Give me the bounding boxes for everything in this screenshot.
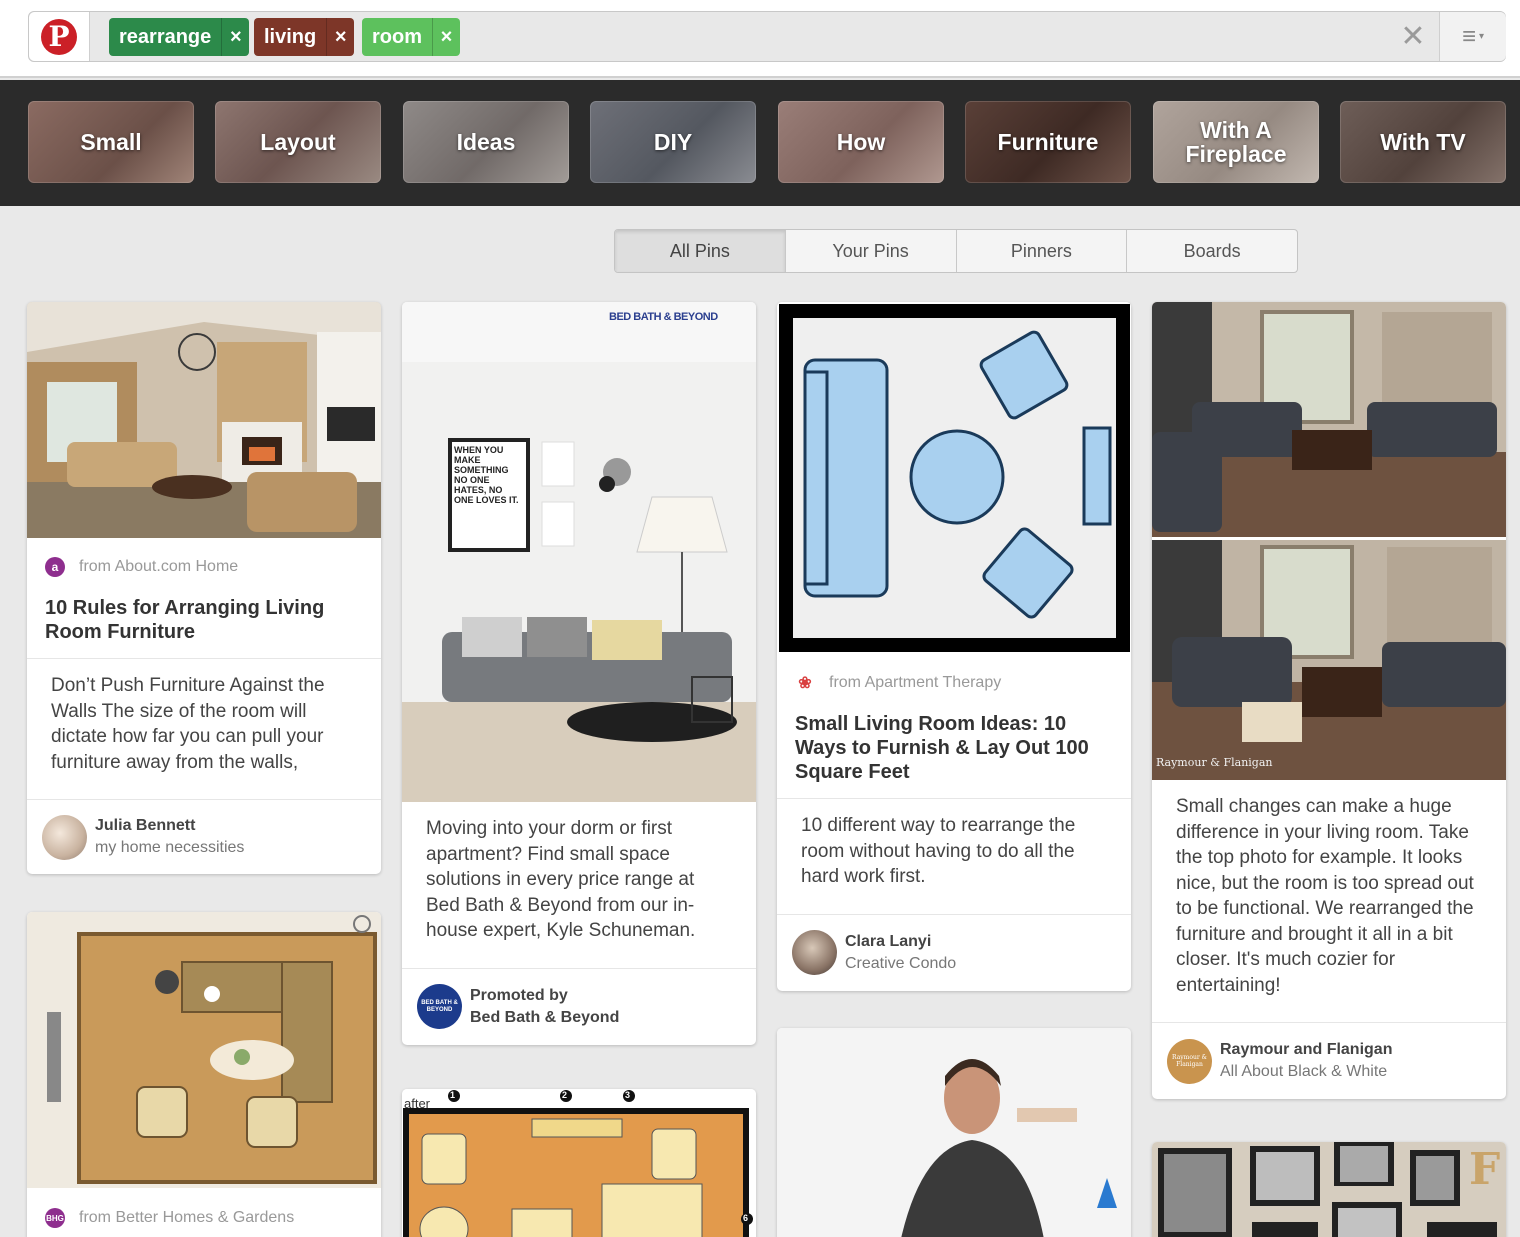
pin-image[interactable] — [27, 912, 381, 1188]
avatar[interactable]: Raymour & Flanigan — [1167, 1038, 1212, 1084]
floor-plan-after-illustration — [402, 1089, 756, 1237]
remove-token-icon[interactable]: × — [432, 18, 460, 56]
pin-description: Small changes can make a huge difference… — [1152, 780, 1506, 1023]
pin-source-text: from Apartment Therapy — [829, 674, 1002, 691]
pinner-attribution[interactable]: Clara Lanyi Creative Condo — [777, 915, 1131, 991]
pin-image[interactable] — [27, 302, 381, 538]
plan-marker: 1 — [450, 1090, 456, 1100]
pin-image[interactable] — [777, 302, 1131, 654]
search-token-living[interactable]: living × — [254, 18, 355, 56]
result-type-tabs: All Pins Your Pins Pinners Boards — [614, 229, 1298, 273]
decor-letter: F — [1469, 1144, 1501, 1195]
apartment-therapy-icon: ❀ — [795, 673, 815, 693]
clear-search-icon[interactable]: ✕ — [1395, 20, 1431, 54]
guided-search-strip: Small Layout Ideas DIY How Furniture Wit… — [0, 80, 1520, 206]
pinterest-logo-icon: P — [41, 18, 77, 55]
guide-with-tv[interactable]: With TV — [1340, 101, 1506, 183]
board-name[interactable]: Creative Condo — [845, 953, 956, 975]
poster-text: WHEN YOU MAKE SOMETHING NO ONE HATES, NO… — [454, 445, 519, 505]
brand-watermark: BED BATH & BEYOND — [609, 311, 718, 323]
pin-image[interactable]: F — [1152, 1142, 1506, 1237]
search-token-rearrange[interactable]: rearrange × — [109, 18, 250, 56]
pin-card[interactable]: after 1 2 3 6 — [402, 1089, 756, 1237]
pin-image[interactable]: after 1 2 3 6 — [402, 1089, 756, 1237]
floor-plan-illustration — [27, 912, 381, 1188]
before-after-living-room-photo — [1152, 302, 1506, 780]
pin-image[interactable]: BED BATH & BEYOND WHEN YOU MAKE SOMETHIN… — [402, 302, 756, 802]
pinner-attribution[interactable]: Raymour & Flanigan Raymour and Flanigan … — [1152, 1023, 1506, 1099]
guide-with-a-fireplace[interactable]: With A Fireplace — [1153, 101, 1319, 183]
plan-marker: 2 — [562, 1090, 568, 1100]
bhg-icon: BHG — [45, 1208, 65, 1228]
pin-card[interactable]: a from About.com Home 10 Rules for Arran… — [27, 302, 381, 874]
pin-description: Don’t Push Furniture Against the Walls T… — [27, 659, 381, 800]
pin-image[interactable]: Raymour & Flanigan — [1152, 302, 1506, 780]
pin-title[interactable]: 10 Rules for Arranging Living Room Furni… — [27, 596, 381, 659]
tab-all-pins[interactable]: All Pins — [615, 230, 786, 272]
brand-watermark: Raymour & Flanigan — [1156, 756, 1273, 769]
dorm-room-photo — [402, 302, 756, 802]
pin-description: 10 different way to rearrange the room w… — [777, 799, 1131, 915]
tab-your-pins[interactable]: Your Pins — [786, 230, 957, 272]
search-token-label: room — [372, 25, 422, 48]
pin-source[interactable]: a from About.com Home — [27, 538, 381, 596]
remove-token-icon[interactable]: × — [326, 18, 354, 56]
remove-token-icon[interactable]: × — [221, 18, 249, 56]
pinner-name[interactable]: Raymour and Flanigan — [1220, 1039, 1392, 1061]
guide-how[interactable]: How — [778, 101, 944, 183]
guide-ideas[interactable]: Ideas — [403, 101, 569, 183]
furniture-layout-diagram — [777, 302, 1131, 654]
guide-small[interactable]: Small — [28, 101, 194, 183]
hamburger-icon: ≡ — [1461, 22, 1476, 50]
designer-portrait-photo — [777, 1028, 1131, 1237]
board-name[interactable]: All About Black & White — [1220, 1061, 1392, 1083]
board-name[interactable]: my home necessities — [95, 837, 244, 859]
pinterest-logo-button[interactable]: P — [29, 12, 90, 61]
tab-pinners[interactable]: Pinners — [957, 230, 1128, 272]
guide-layout[interactable]: Layout — [215, 101, 381, 183]
guide-label: With A Fireplace — [1185, 117, 1287, 167]
pin-title[interactable]: Small Living Room Ideas: 10 Ways to Furn… — [777, 712, 1131, 799]
pin-source-text: from Better Homes & Gardens — [79, 1209, 295, 1226]
plan-marker: 6 — [743, 1213, 749, 1223]
pinner-name[interactable]: Julia Bennett — [95, 815, 244, 837]
avatar[interactable] — [42, 814, 87, 860]
gallery-wall-photo — [1152, 1142, 1506, 1237]
plan-marker: 3 — [625, 1090, 631, 1100]
pinner-name[interactable]: Clara Lanyi — [845, 931, 956, 953]
pin-card[interactable] — [777, 1028, 1131, 1237]
promoted-label: Promoted by — [470, 986, 568, 1004]
living-room-photo — [27, 302, 381, 538]
guide-diy[interactable]: DIY — [590, 101, 756, 183]
search-token-label: rearrange — [119, 25, 212, 48]
pin-source[interactable]: ❀ from Apartment Therapy — [777, 654, 1131, 712]
tab-boards[interactable]: Boards — [1127, 230, 1297, 272]
caret-down-icon: ▾ — [1478, 31, 1485, 42]
search-token-room[interactable]: room × — [362, 18, 460, 56]
pin-card[interactable]: BED BATH & BEYOND WHEN YOU MAKE SOMETHIN… — [402, 302, 756, 1045]
pin-source[interactable]: BHG from Better Homes & Gardens — [27, 1188, 381, 1237]
pin-card[interactable]: F — [1152, 1142, 1506, 1237]
search-bar[interactable]: P rearrange × living × room × ✕ ≡ ▾ — [28, 11, 1506, 62]
pin-card[interactable]: ❀ from Apartment Therapy Small Living Ro… — [777, 302, 1131, 991]
plan-label: after — [404, 1096, 431, 1111]
pin-card[interactable]: BHG from Better Homes & Gardens — [27, 912, 381, 1237]
pin-description: Moving into your dorm or first apartment… — [402, 802, 756, 969]
pin-card[interactable]: Raymour & Flanigan Small changes can mak… — [1152, 302, 1506, 1099]
pinner-attribution[interactable]: Julia Bennett my home necessities — [27, 800, 381, 874]
about-com-icon: a — [45, 557, 65, 577]
promoter-name[interactable]: Bed Bath & Beyond — [470, 1007, 619, 1029]
pinner-attribution[interactable]: BED BATH & BEYOND Promoted by Bed Bath &… — [402, 969, 756, 1045]
avatar[interactable] — [792, 930, 837, 975]
search-header: P rearrange × living × room × ✕ ≡ ▾ — [0, 0, 1520, 78]
pin-source-text: from About.com Home — [79, 558, 239, 575]
avatar[interactable]: BED BATH & BEYOND — [417, 984, 462, 1029]
pin-image[interactable] — [777, 1028, 1131, 1237]
search-token-label: living — [264, 25, 317, 48]
menu-button[interactable]: ≡ ▾ — [1439, 12, 1506, 61]
guide-furniture[interactable]: Furniture — [965, 101, 1131, 183]
